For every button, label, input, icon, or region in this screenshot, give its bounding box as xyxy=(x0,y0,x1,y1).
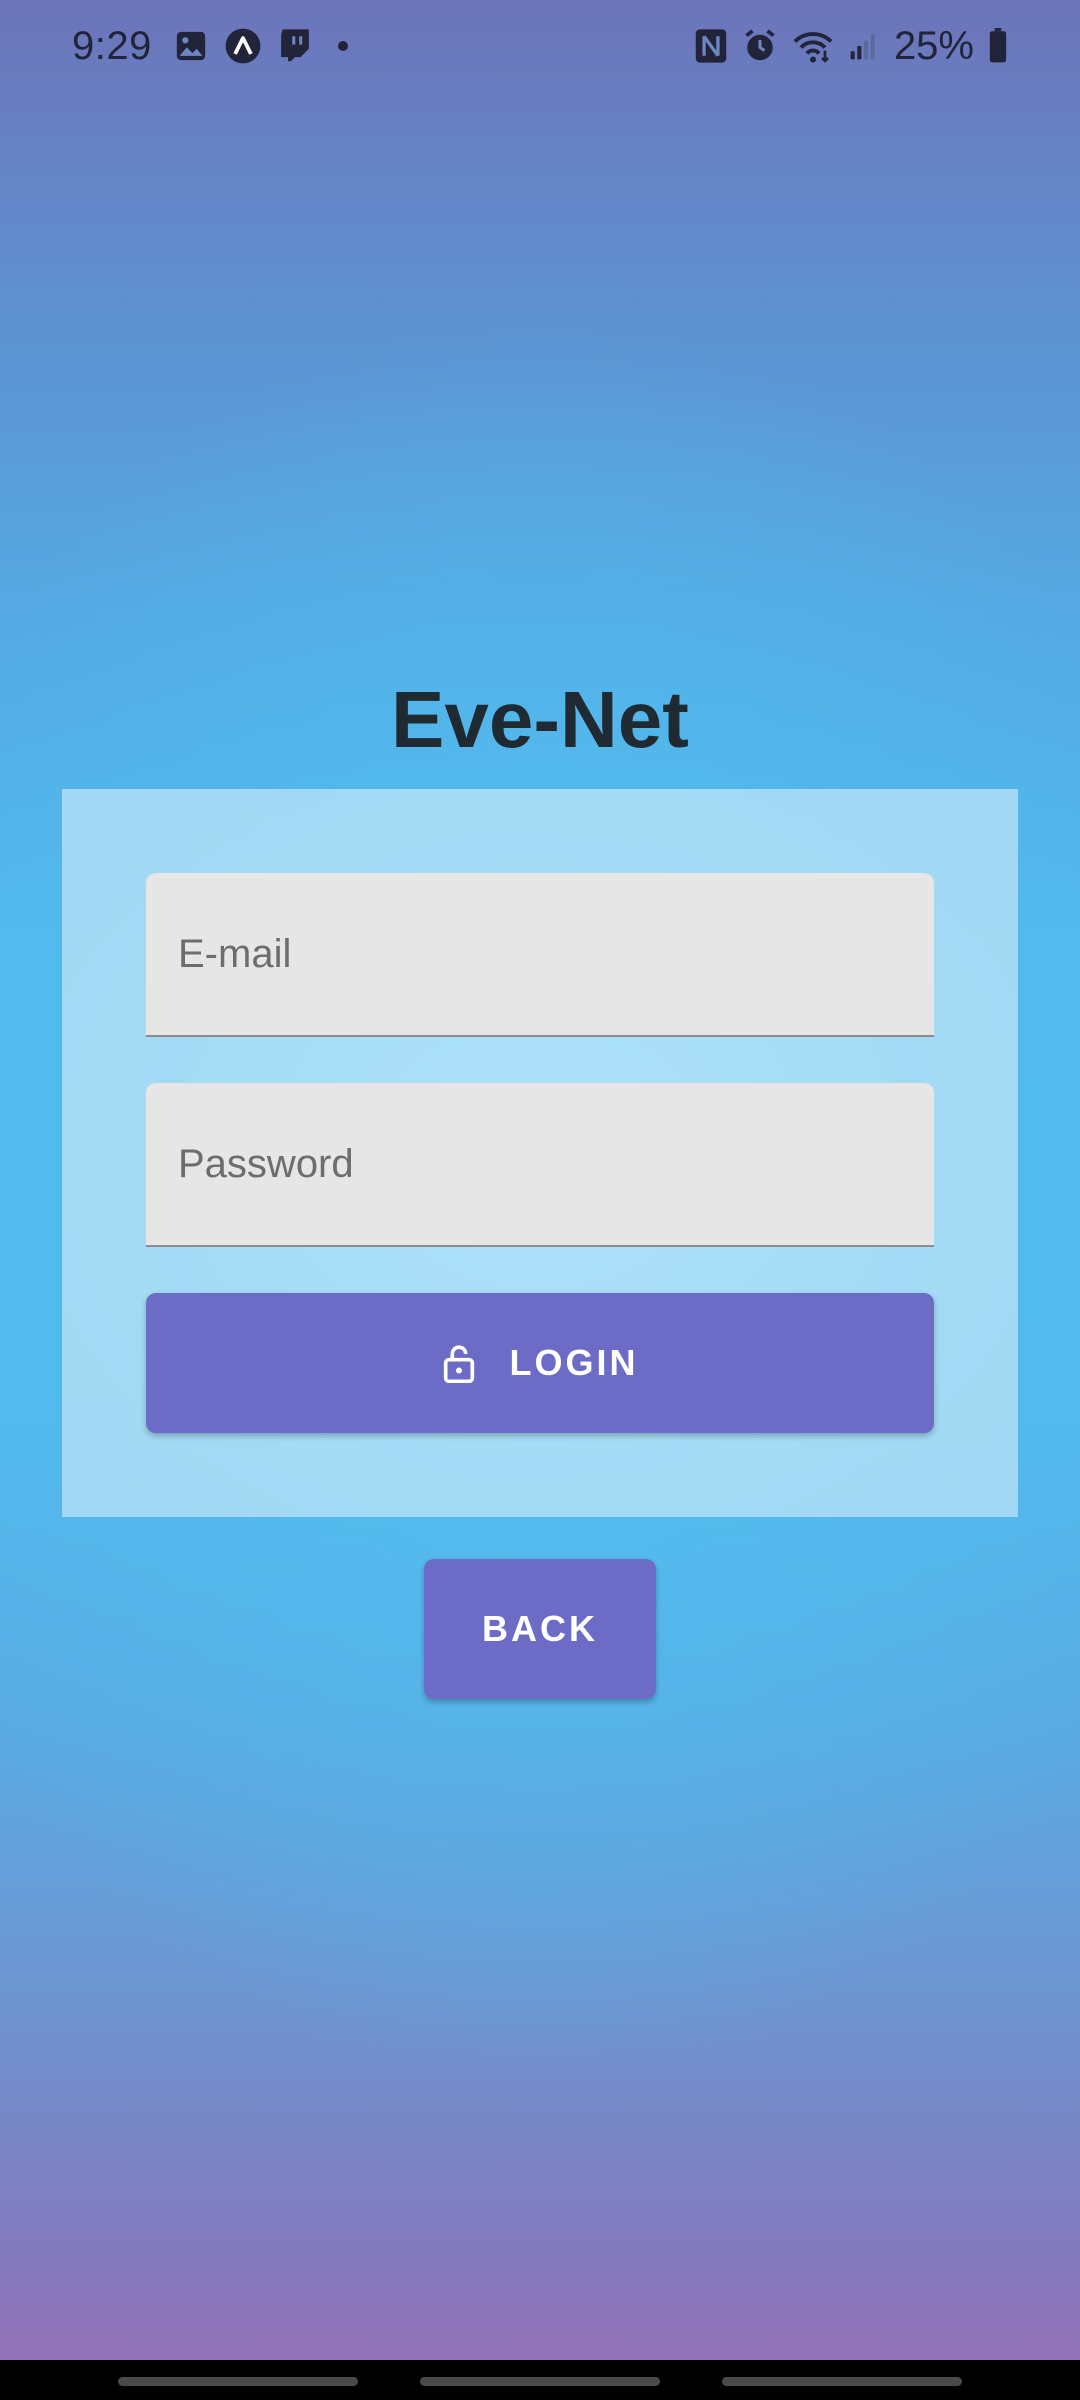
status-left: 9:29 xyxy=(72,18,348,74)
arrow-up-circle-icon xyxy=(224,27,262,65)
password-input[interactable] xyxy=(146,1083,934,1245)
email-input[interactable] xyxy=(146,873,934,1035)
email-field[interactable] xyxy=(146,873,934,1037)
login-button[interactable]: LOGIN xyxy=(146,1293,934,1433)
status-bar: 9:29 25% xyxy=(0,0,1080,92)
status-time: 9:29 xyxy=(72,23,152,68)
password-field[interactable] xyxy=(146,1083,934,1247)
alarm-icon xyxy=(742,28,778,64)
nav-home-handle[interactable] xyxy=(420,2377,660,2386)
nav-back-handle[interactable] xyxy=(722,2377,962,2386)
signal-icon xyxy=(848,30,880,62)
login-button-label: LOGIN xyxy=(509,1342,639,1383)
battery-icon xyxy=(988,28,1008,64)
notification-dot xyxy=(337,41,348,51)
login-card: LOGIN xyxy=(62,789,1018,1517)
back-button-label: BACK xyxy=(482,1608,598,1649)
gallery-icon xyxy=(174,29,208,63)
status-right: 25% xyxy=(694,18,1008,74)
navigation-bar xyxy=(0,2360,1080,2400)
wifi-icon xyxy=(792,28,834,64)
nfc-icon xyxy=(694,28,728,64)
nav-recents-handle[interactable] xyxy=(118,2377,358,2386)
battery-percentage: 25% xyxy=(893,23,974,68)
app-title: Eve-Net xyxy=(391,675,689,764)
lock-open-icon xyxy=(442,1343,476,1383)
back-button[interactable]: BACK xyxy=(424,1559,656,1699)
twitch-icon xyxy=(278,28,312,64)
